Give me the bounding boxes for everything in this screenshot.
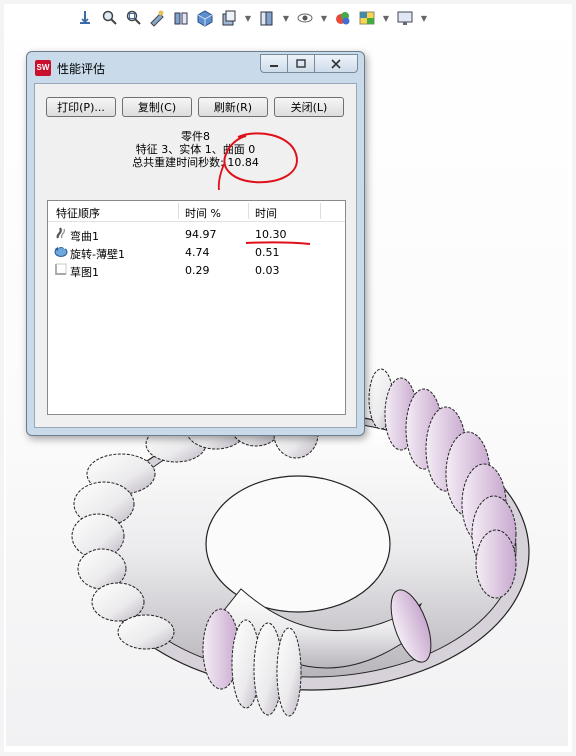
dialog-title: 性能评估 — [57, 62, 106, 76]
part-name: 零件8 — [181, 130, 210, 143]
refresh-button[interactable]: 刷新(R) — [198, 97, 268, 117]
total-rebuild-time: 总共重建时间秒数: 10.84 — [132, 156, 259, 169]
minimize-button[interactable] — [260, 54, 288, 73]
flex-feature-icon — [56, 227, 66, 239]
graphics-viewport[interactable]: ▼ ▼ ▼ ▼ ▼ SW 性能评估 打印(P)... 复制(C) 刷新(R) 关… — [6, 4, 568, 746]
time-value: 0.51 — [255, 246, 280, 259]
time-value: 0.03 — [255, 264, 280, 277]
dialog-client-area: 打印(P)... 复制(C) 刷新(R) 关闭(L) 零件8 特征 3、实体 1… — [34, 83, 357, 428]
dialog-button-row: 打印(P)... 复制(C) 刷新(R) 关闭(L) — [46, 97, 344, 117]
column-divider[interactable] — [320, 203, 321, 219]
window-controls — [260, 54, 358, 73]
column-header-time[interactable]: 时间 — [255, 205, 277, 221]
close-button[interactable]: 关闭(L) — [274, 97, 344, 117]
maximize-icon — [296, 58, 306, 68]
rebuild-summary: 零件8 特征 3、实体 1、曲面 0 总共重建时间秒数: 10.84 — [35, 130, 356, 169]
print-button[interactable]: 打印(P)... — [46, 97, 116, 117]
table-header: 特征顺序 时间 % 时间 — [48, 201, 345, 222]
maximize-button[interactable] — [287, 54, 315, 73]
time-percent: 4.74 — [185, 246, 210, 259]
close-window-button[interactable] — [314, 54, 358, 73]
close-icon — [331, 58, 341, 69]
column-header-feature-order[interactable]: 特征顺序 — [56, 205, 100, 221]
table-row[interactable]: 旋转-薄壁1 4.74 0.51 — [48, 243, 345, 261]
table-row[interactable]: 弯曲1 94.97 10.30 — [48, 225, 345, 243]
copy-button[interactable]: 复制(C) — [122, 97, 192, 117]
time-value: 10.30 — [255, 228, 287, 241]
feature-time-table[interactable]: 特征顺序 时间 % 时间 弯曲1 94.97 10.30 旋转-薄壁1 4.74… — [47, 200, 346, 415]
revolve-thin-icon — [54, 245, 68, 257]
feature-counts: 特征 3、实体 1、曲面 0 — [135, 143, 256, 156]
column-header-time-percent[interactable]: 时间 % — [185, 205, 221, 221]
sketch-icon — [55, 263, 67, 275]
solidworks-logo-icon: SW — [35, 60, 51, 76]
minimize-icon — [270, 64, 278, 67]
table-row[interactable]: 草图1 0.29 0.03 — [48, 261, 345, 279]
feature-name: 草图1 — [70, 266, 99, 279]
time-percent: 94.97 — [185, 228, 217, 241]
column-divider[interactable] — [178, 203, 179, 219]
feature-name: 弯曲1 — [70, 230, 99, 243]
time-percent: 0.29 — [185, 264, 210, 277]
dialog-titlebar[interactable]: SW 性能评估 — [27, 52, 364, 82]
column-divider[interactable] — [248, 203, 249, 219]
feature-name: 旋转-薄壁1 — [70, 248, 125, 261]
performance-evaluation-dialog: SW 性能评估 打印(P)... 复制(C) 刷新(R) 关闭(L) 零件8 特… — [26, 51, 365, 436]
